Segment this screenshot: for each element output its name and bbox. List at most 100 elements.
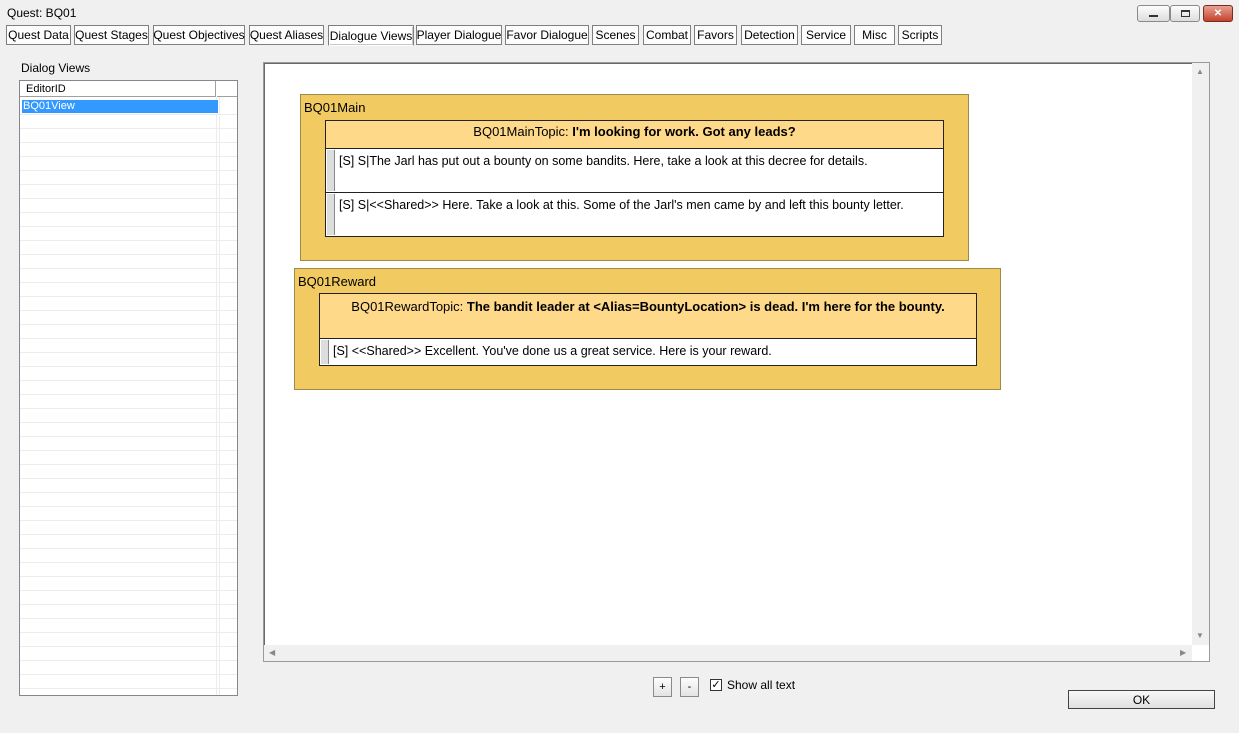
tab-favor-dialogue[interactable]: Favor Dialogue (505, 25, 589, 45)
list-grid-line (20, 114, 237, 115)
list-grid-line (20, 170, 237, 171)
response-text: [S] <<Shared>> Excellent. You've done us… (333, 344, 772, 358)
list-grid-line (20, 282, 237, 283)
list-grid-line (20, 478, 237, 479)
branch-bq01reward[interactable]: BQ01Reward BQ01RewardTopic: The bandit l… (294, 268, 1001, 390)
list-grid-line (20, 534, 237, 535)
list-grid-line (20, 408, 237, 409)
column-header-label: EditorID (26, 83, 66, 95)
dialog-views-list[interactable]: EditorID BQ01View (19, 80, 238, 696)
tab-quest-stages[interactable]: Quest Stages (74, 25, 149, 45)
tab-misc[interactable]: Misc (854, 25, 895, 45)
list-grid-line (20, 436, 237, 437)
list-grid-line (20, 604, 237, 605)
minimize-button[interactable] (1137, 5, 1170, 22)
show-all-text-checkbox[interactable]: ✓ (710, 679, 722, 691)
horizontal-scrollbar[interactable] (264, 645, 1192, 661)
tab-quest-data[interactable]: Quest Data (6, 25, 71, 45)
response-handle[interactable] (321, 340, 329, 364)
tab-scenes[interactable]: Scenes (592, 25, 639, 45)
list-grid-line (20, 506, 237, 507)
checkmark-icon: ✓ (711, 678, 721, 691)
list-grid-line (20, 212, 237, 213)
response-handle[interactable] (327, 194, 335, 235)
dialog-views-label: Dialog Views (21, 61, 91, 75)
title-bar: Quest: BQ01 (0, 0, 1239, 24)
tab-dialogue-views[interactable]: Dialogue Views (328, 25, 414, 46)
list-grid-line (20, 632, 237, 633)
response-node[interactable]: [S] S|<<Shared>> Here. Take a look at th… (325, 192, 944, 237)
list-grid-line (20, 646, 237, 647)
maximize-button[interactable] (1170, 5, 1200, 22)
topic-label: BQ01MainTopic: I'm looking for work. Got… (326, 124, 943, 139)
list-grid-line (20, 352, 237, 353)
zoom-in-button[interactable]: + (653, 677, 672, 697)
list-grid-line (20, 562, 237, 563)
list-grid-line (20, 366, 237, 367)
tab-favors[interactable]: Favors (694, 25, 737, 45)
topic-id: BQ01MainTopic: (473, 124, 569, 139)
topic-node[interactable]: BQ01MainTopic: I'm looking for work. Got… (325, 120, 944, 149)
list-grid-line (20, 492, 237, 493)
window-title: Quest: BQ01 (7, 6, 77, 20)
list-grid-line (20, 198, 237, 199)
list-grid-column (216, 97, 217, 695)
close-icon: ✕ (1213, 8, 1223, 19)
scroll-down-icon[interactable]: ▼ (1196, 631, 1204, 640)
list-grid-line (20, 142, 237, 143)
topic-text: The bandit leader at <Alias=BountyLocati… (466, 299, 945, 314)
topic-id: BQ01RewardTopic: (351, 299, 464, 314)
column-header-editorid[interactable]: EditorID (20, 81, 216, 97)
list-grid-line (20, 324, 237, 325)
tab-combat[interactable]: Combat (643, 25, 691, 45)
topic-label: BQ01RewardTopic: The bandit leader at <A… (320, 299, 976, 314)
tab-quest-objectives[interactable]: Quest Objectives (153, 25, 245, 45)
list-grid-line (20, 422, 237, 423)
scroll-left-icon[interactable]: ◀ (269, 648, 275, 657)
list-grid-line (20, 240, 237, 241)
branch-bq01main[interactable]: BQ01Main BQ01MainTopic: I'm looking for … (300, 94, 969, 261)
response-node[interactable]: [S] S|The Jarl has put out a bounty on s… (325, 148, 944, 193)
zoom-out-button[interactable]: - (680, 677, 699, 697)
scroll-up-icon[interactable]: ▲ (1196, 67, 1204, 76)
list-grid-line (20, 296, 237, 297)
list-grid-line (20, 380, 237, 381)
ok-button[interactable]: OK (1068, 690, 1215, 709)
list-grid-line (20, 338, 237, 339)
list-grid-line (20, 660, 237, 661)
branch-title: BQ01Main (304, 100, 366, 115)
list-grid-line (20, 128, 237, 129)
response-handle[interactable] (327, 150, 335, 191)
list-grid-line (20, 688, 237, 689)
list-grid-line (20, 548, 237, 549)
list-grid-line (20, 156, 237, 157)
list-grid-line (20, 674, 237, 675)
topic-text: I'm looking for work. Got any leads? (572, 124, 796, 139)
minimize-icon (1149, 15, 1158, 17)
tab-detection[interactable]: Detection (741, 25, 798, 45)
vertical-scrollbar[interactable] (1192, 63, 1209, 645)
list-grid-line (20, 590, 237, 591)
close-button[interactable]: ✕ (1203, 5, 1233, 22)
column-header-spacer (217, 81, 237, 97)
maximize-icon (1180, 10, 1190, 17)
list-grid-line (20, 268, 237, 269)
topic-node[interactable]: BQ01RewardTopic: The bandit leader at <A… (319, 293, 977, 339)
list-item-label: BQ01View (23, 100, 75, 112)
list-grid-line (20, 226, 237, 227)
list-grid-line (20, 450, 237, 451)
tab-scripts[interactable]: Scripts (898, 25, 942, 45)
scroll-right-icon[interactable]: ▶ (1180, 648, 1186, 657)
list-grid-line (20, 184, 237, 185)
list-grid-line (20, 618, 237, 619)
show-all-text-label: Show all text (727, 678, 796, 692)
tab-service[interactable]: Service (801, 25, 851, 45)
list-grid-line (20, 394, 237, 395)
tab-quest-aliases[interactable]: Quest Aliases (249, 25, 324, 45)
response-text: [S] S|<<Shared>> Here. Take a look at th… (339, 198, 904, 212)
list-grid-line (20, 520, 237, 521)
tab-player-dialogue[interactable]: Player Dialogue (416, 25, 502, 45)
list-grid-line (20, 254, 237, 255)
response-node[interactable]: [S] <<Shared>> Excellent. You've done us… (319, 338, 977, 366)
list-grid-line (20, 310, 237, 311)
